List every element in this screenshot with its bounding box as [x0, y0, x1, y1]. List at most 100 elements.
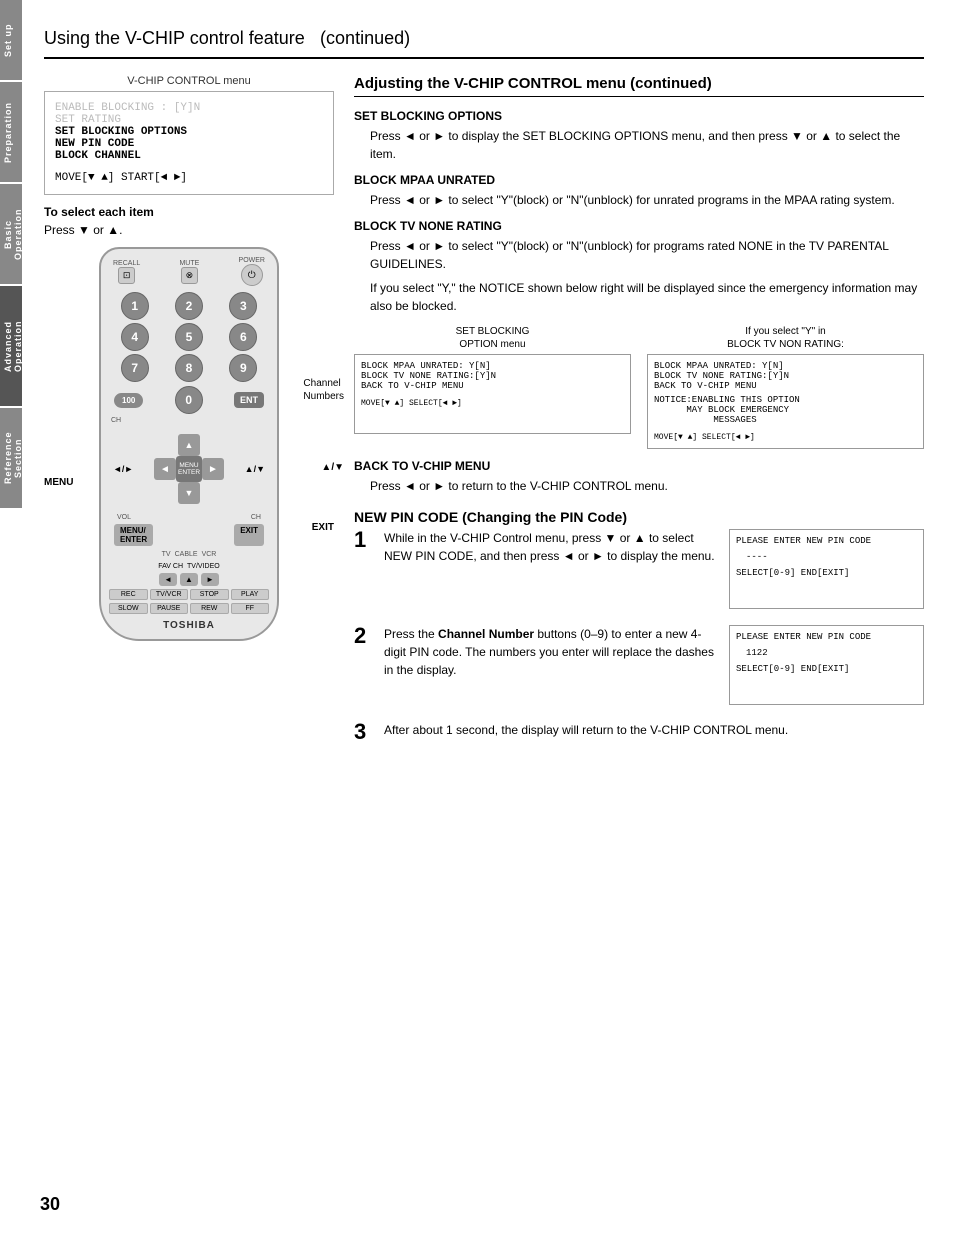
- menu-line-2: SET RATING: [55, 114, 323, 126]
- left-screen-block: SET BLOCKINGOPTION menu BLOCK MPAA UNRAT…: [354, 325, 631, 449]
- sidebar-item-setup[interactable]: Set up: [0, 0, 22, 80]
- menu-btn[interactable]: MENU/ENTER: [114, 524, 153, 546]
- menu-move-text: MOVE[▼ ▲] START[◄ ►]: [55, 172, 323, 184]
- arr-left[interactable]: ◄: [159, 573, 177, 586]
- pause-btn[interactable]: PAUSE: [150, 603, 189, 614]
- sidebar-item-reference[interactable]: Reference Section: [0, 408, 22, 508]
- remote-control: RECALL ⊡ MUTE ⊗ POWER ⏻: [99, 247, 279, 641]
- slow-btn[interactable]: SLOW: [109, 603, 148, 614]
- right-screen-notice3: MESSAGES: [654, 415, 917, 425]
- nav-down-btn[interactable]: ▼: [178, 482, 200, 504]
- section-title: Adjusting the V-CHIP CONTROL menu (conti…: [354, 75, 924, 97]
- btn-8[interactable]: 8: [175, 354, 203, 382]
- block-mpaa-text: Press ◄ or ► to select "Y"(block) or "N"…: [354, 191, 924, 209]
- menu-enter-btn[interactable]: MENUENTER: [176, 456, 202, 482]
- s1-line1: PLEASE ENTER NEW PIN CODE: [736, 536, 917, 546]
- btn-9[interactable]: 9: [229, 354, 257, 382]
- step-2-text: Press the Channel Number buttons (0–9) t…: [384, 625, 719, 685]
- btn-5[interactable]: 5: [175, 323, 203, 351]
- transport-row: SLOW PAUSE REW FF: [109, 603, 269, 614]
- sidebar-item-advanced[interactable]: Advanced Operation: [0, 286, 22, 406]
- sidebar-item-preparation[interactable]: Preparation: [0, 82, 22, 182]
- btn-100[interactable]: 100: [114, 393, 143, 408]
- menu-line-4: NEW PIN CODE: [55, 138, 323, 150]
- menu-line-3: SET BLOCKING OPTIONS: [55, 126, 323, 138]
- btn-1[interactable]: 1: [121, 292, 149, 320]
- menu-line-5: BLOCK CHANNEL: [55, 150, 323, 162]
- btn-2[interactable]: 2: [175, 292, 203, 320]
- up-down-btn[interactable]: ▲/▼: [245, 464, 265, 474]
- nav-right-btn[interactable]: ►: [202, 458, 224, 480]
- side-tabs: Set up Preparation Basic Operation Advan…: [0, 0, 22, 1235]
- left-column: V-CHIP CONTROL menu ENABLE BLOCKING : [Y…: [44, 75, 334, 745]
- right-screen-box: BLOCK MPAA UNRATED: Y[N] BLOCK TV NONE R…: [647, 354, 924, 449]
- fav-ch-row: FAV CH TV/VIDEO: [109, 563, 269, 570]
- rec-play-row: REC TV/VCR STOP PLAY: [109, 589, 269, 600]
- left-screen-move: MOVE[▼ ▲] SELECT[◄ ►]: [361, 399, 624, 408]
- step-3-num: 3: [354, 721, 374, 743]
- vol-ch-labels: VOL CH: [109, 514, 269, 521]
- steps-container: 1 While in the V-CHIP Control menu, pres…: [354, 529, 924, 745]
- rew-btn[interactable]: REW: [190, 603, 229, 614]
- right-screen-line2: BLOCK TV NONE RATING:[Y]N: [654, 371, 917, 381]
- btn-3[interactable]: 3: [229, 292, 257, 320]
- play-btn[interactable]: PLAY: [231, 589, 270, 600]
- nav-left-btn[interactable]: ◄: [154, 458, 176, 480]
- two-column-layout: V-CHIP CONTROL menu ENABLE BLOCKING : [Y…: [44, 75, 924, 745]
- title-suffix: (continued): [320, 28, 410, 48]
- remote-numpad: 1 2 3 4 5 6 7 8 9: [109, 292, 269, 382]
- s2-select: SELECT[0-9] END[EXIT]: [736, 664, 917, 674]
- menu-exit-row: MENU/ENTER EXIT: [109, 521, 269, 549]
- menu-annotation: MENU: [44, 477, 73, 488]
- btn-7[interactable]: 7: [121, 354, 149, 382]
- remote-special-row: 100 0 ENT: [109, 386, 269, 414]
- title-text: Using the V-CHIP control feature: [44, 28, 305, 48]
- step-2-row: 2 Press the Channel Number buttons (0–9)…: [354, 625, 924, 705]
- right-screen-block: If you select "Y" inBLOCK TV NON RATING:…: [647, 325, 924, 449]
- nav-cross: ▲ ▼ ◄ ► MENUENTER: [154, 434, 224, 504]
- tv-video-label: TV/VIDEO: [187, 563, 220, 570]
- ch-label: CH: [111, 417, 121, 424]
- left-screen-label: SET BLOCKINGOPTION menu: [354, 325, 631, 351]
- main-content: Using the V-CHIP control feature (contin…: [24, 0, 954, 765]
- remote-container: MENU EXIT ChannelNumbers ▲/▼ RECALL ⊡: [44, 247, 334, 641]
- arr-up[interactable]: ▲: [180, 573, 198, 586]
- vchip-menu-label: V-CHIP CONTROL menu: [44, 75, 334, 87]
- block-tv-none-title: BLOCK TV NONE RATING: [354, 219, 924, 233]
- sidebar-item-basic[interactable]: Basic Operation: [0, 184, 22, 284]
- back-vchip-text: Press ◄ or ► to return to the V-CHIP CON…: [354, 477, 924, 495]
- set-blocking-text: Press ◄ or ► to display the SET BLOCKING…: [354, 127, 924, 163]
- tv-label: TV: [162, 551, 171, 558]
- block-tv-none-text2: If you select "Y," the NOTICE shown belo…: [354, 279, 924, 315]
- step-2-screen: PLEASE ENTER NEW PIN CODE 1122 SELECT[0-…: [729, 625, 924, 705]
- set-blocking-title: SET BLOCKING OPTIONS: [354, 109, 924, 123]
- btn-ent[interactable]: ENT: [234, 392, 264, 408]
- ch-label2: CH: [251, 514, 261, 521]
- remote-top-row: RECALL ⊡ MUTE ⊗ POWER ⏻: [109, 257, 269, 286]
- btn-0[interactable]: 0: [175, 386, 203, 414]
- right-column: Adjusting the V-CHIP CONTROL menu (conti…: [354, 75, 924, 745]
- step-2-content: Press the Channel Number buttons (0–9) t…: [384, 625, 719, 679]
- right-screen-notice1: NOTICE:ENABLING THIS OPTION: [654, 395, 917, 405]
- tv-vcr-btn[interactable]: TV/VCR: [150, 589, 189, 600]
- vcr-label: VCR: [202, 551, 217, 558]
- arr-right[interactable]: ►: [201, 573, 219, 586]
- step-1-row: 1 While in the V-CHIP Control menu, pres…: [354, 529, 924, 609]
- cable-label: CABLE: [175, 551, 198, 558]
- block-mpaa-title: BLOCK MPAA UNRATED: [354, 173, 924, 187]
- ff-btn[interactable]: FF: [231, 603, 270, 614]
- vchip-menu-box: ENABLE BLOCKING : [Y]N SET RATING SET BL…: [44, 91, 334, 195]
- btn-4[interactable]: 4: [121, 323, 149, 351]
- s2-pin: 1122: [736, 648, 917, 658]
- fav-ch-label: FAV CH: [158, 563, 183, 570]
- stop-btn[interactable]: STOP: [190, 589, 229, 600]
- left-screen-line2: BLOCK TV NONE RATING:[Y]N: [361, 371, 624, 381]
- exit-btn[interactable]: EXIT: [234, 524, 264, 546]
- ch-vol-row: CH: [109, 417, 269, 424]
- left-screen-line1: BLOCK MPAA UNRATED: Y[N]: [361, 361, 624, 371]
- btn-6[interactable]: 6: [229, 323, 257, 351]
- rec-btn[interactable]: REC: [109, 589, 148, 600]
- left-right-btn[interactable]: ◄/►: [113, 464, 133, 474]
- step-1-content: While in the V-CHIP Control menu, press …: [384, 529, 719, 565]
- nav-up-btn[interactable]: ▲: [178, 434, 200, 456]
